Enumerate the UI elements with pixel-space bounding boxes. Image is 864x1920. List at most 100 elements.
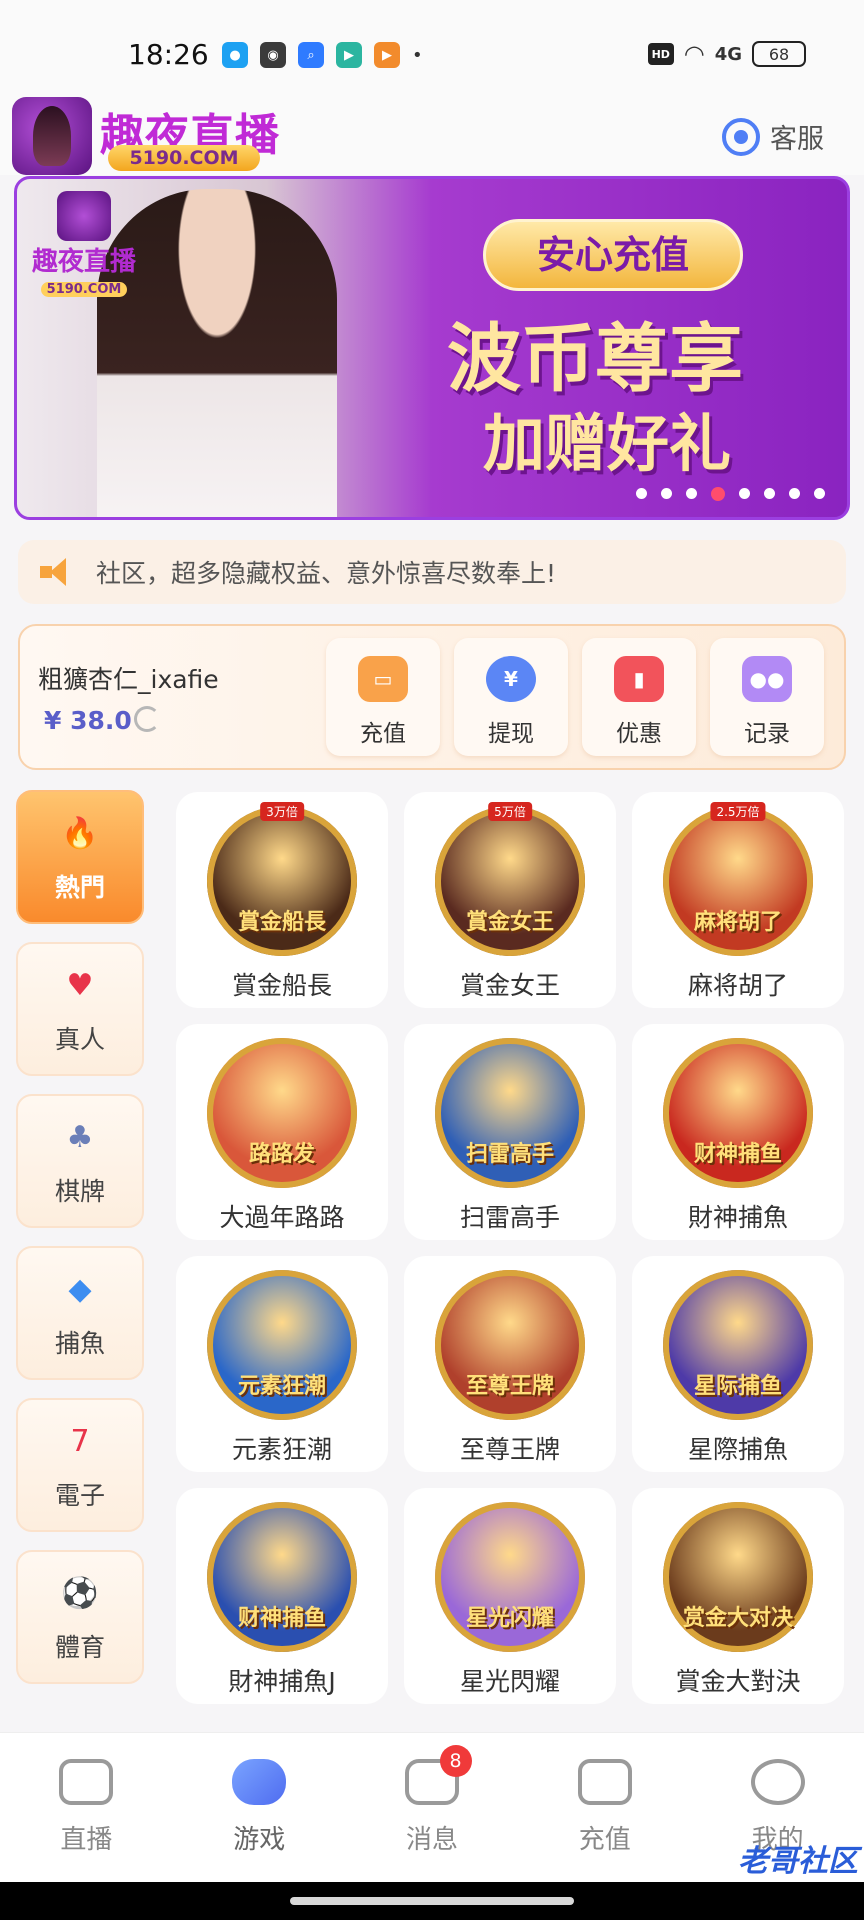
wallet-action-label: 充值 <box>360 721 406 747</box>
customer-service-label: 客服 <box>770 124 824 155</box>
game-logo-text: 至尊王牌 <box>465 1373 554 1399</box>
category-tab[interactable]: ♥ 真人 <box>16 942 144 1076</box>
wallet-action-label: 提现 <box>488 721 534 747</box>
game-card[interactable]: 5万倍賞金女王 賞金女王 <box>404 792 616 1008</box>
refresh-icon[interactable] <box>134 706 160 732</box>
game-name: 扫雷高手 <box>459 1203 560 1232</box>
category-sidebar: 🔥 熱門 ♥ 真人 ♣ 棋牌 ◆ 捕魚 7 電子 ⚽ 體育 <box>16 790 144 1702</box>
game-name: 元素狂潮 <box>231 1435 332 1464</box>
game-grid: 3万倍 賞金船長 賞金船長 5万倍 賞金女王 賞金女王 2.5万倍 麻将胡了 麻将胡了 路路发 大過… <box>176 792 848 1704</box>
category-label: 棋牌 <box>54 1177 105 1206</box>
carousel-dot[interactable] <box>789 488 800 499</box>
card-icon <box>577 1759 632 1805</box>
face-icon <box>750 1759 805 1805</box>
game-card[interactable]: 3万倍 賞金船長 賞金船長 <box>176 792 388 1008</box>
category-tab[interactable]: 🔥 熱門 <box>16 790 144 924</box>
game-card[interactable]: 2.5万倍 麻将胡了 麻将胡了 <box>632 792 844 1008</box>
game-card[interactable]: 星光闪耀 星光閃耀 <box>404 1488 616 1704</box>
game-logo-text: 赏金大对决 <box>682 1605 793 1631</box>
play-app-icon: ▶ <box>336 42 362 68</box>
game-name: 財神捕魚J <box>228 1667 336 1696</box>
slot-777-icon: 7 <box>70 1423 90 1459</box>
soccer-ball-icon: ⚽ <box>61 1575 99 1611</box>
nav-label: 消息 <box>405 1825 458 1855</box>
category-label: 電子 <box>54 1481 105 1510</box>
game-card[interactable]: 路路发 大過年路路 <box>176 1024 388 1240</box>
banner-logo-domain: 5190.COM <box>40 282 128 297</box>
carousel-dot[interactable] <box>686 488 697 499</box>
app-domain: 5190.COM <box>108 145 260 171</box>
game-logo-text: 财神捕鱼 <box>693 1141 782 1167</box>
game-logo-text: 路路发 <box>248 1141 315 1167</box>
game-thumbnail: 5万倍賞金女王 <box>435 802 585 956</box>
wallet-icon: ▭ <box>358 656 408 702</box>
carousel-dot[interactable] <box>764 488 775 499</box>
search-app-icon: ⌕ <box>298 42 324 68</box>
battery-icon: 68 <box>752 41 806 67</box>
category-tab[interactable]: ⚽ 體育 <box>16 1550 144 1684</box>
category-tab[interactable]: 7 電子 <box>16 1398 144 1532</box>
qq-icon: ● <box>222 42 248 68</box>
unread-badge: 8 <box>439 1745 472 1777</box>
battery-level: 68 <box>768 44 790 64</box>
banner-logo-name: 趣夜直播 <box>31 247 136 277</box>
wallet-action-button[interactable]: ¥ 提现 <box>454 638 568 756</box>
banner-logo-icon <box>57 191 111 241</box>
playing-cards-icon: ♣ <box>66 1119 94 1155</box>
game-name: 賞金船長 <box>231 971 332 1000</box>
announcement-bar[interactable]: 社区，超多隐藏权益、意外惊喜尽数奉上! <box>18 540 846 604</box>
category-tab[interactable]: ♣ 棋牌 <box>16 1094 144 1228</box>
game-logo-text: 賞金女王 <box>465 909 554 935</box>
category-label: 捕魚 <box>54 1329 105 1358</box>
carousel-dot[interactable] <box>739 488 750 499</box>
gamepad-icon: ●● <box>742 656 792 702</box>
game-thumbnail: 扫雷高手 <box>435 1038 585 1188</box>
more-dot-icon: • <box>412 44 423 66</box>
category-label: 真人 <box>54 1025 105 1054</box>
carousel-dot[interactable] <box>636 488 647 499</box>
wallet-action-label: 优惠 <box>616 721 662 747</box>
game-logo-text: 财神捕鱼 <box>237 1605 326 1631</box>
app-logo-icon <box>12 97 92 175</box>
carousel-dot[interactable] <box>814 488 825 499</box>
game-thumbnail: 星际捕鱼 <box>663 1270 813 1420</box>
game-name: 大過年路路 <box>219 1203 345 1232</box>
wallet-action-button[interactable]: ▭ 充值 <box>326 638 440 756</box>
wallet-action-button[interactable]: ▮ 优惠 <box>582 638 696 756</box>
customer-service-button[interactable]: 客服 <box>722 117 824 156</box>
category-tab[interactable]: ◆ 捕魚 <box>16 1246 144 1380</box>
promo-banner[interactable]: 趣夜直播 5190.COM 安心充值 波币尊享 加赠好礼 <box>14 176 850 520</box>
app-header: 趣夜直播 5190.COM 客服 <box>0 95 864 175</box>
game-thumbnail: 路路发 <box>207 1038 357 1188</box>
status-time: 18:26 <box>128 38 209 71</box>
carousel-dot[interactable] <box>711 487 725 501</box>
watermark-logo: 老哥社区 <box>738 1844 858 1879</box>
hd-icon: HD <box>647 43 674 65</box>
game-card[interactable]: 赏金大对决 賞金大對決 <box>632 1488 844 1704</box>
game-name: 麻将胡了 <box>687 971 788 1000</box>
banner-logo: 趣夜直播 5190.COM <box>29 191 139 297</box>
nav-label: 游戏 <box>233 1825 286 1855</box>
wallet-action-button[interactable]: ●● 记录 <box>710 638 824 756</box>
game-card[interactable]: 至尊王牌 至尊王牌 <box>404 1256 616 1472</box>
notification-icons: ● ◉ ⌕ ▶ ▶ • <box>222 42 423 68</box>
multiplier-badge: 5万倍 <box>488 802 532 821</box>
game-card[interactable]: 财神捕鱼財神捕魚J <box>176 1488 388 1704</box>
nav-tab[interactable]: 充值 <box>518 1733 691 1882</box>
game-card[interactable]: 财神捕鱼 財神捕魚 <box>632 1024 844 1240</box>
nav-tab[interactable]: 8 消息 <box>346 1733 519 1882</box>
game-card[interactable]: 扫雷高手 扫雷高手 <box>404 1024 616 1240</box>
game-card[interactable]: 星际捕鱼 星際捕魚 <box>632 1256 844 1472</box>
shark-icon: ◆ <box>68 1271 92 1307</box>
carousel-dot[interactable] <box>661 488 672 499</box>
nav-tab[interactable]: 直播 <box>0 1733 173 1882</box>
game-thumbnail: 财神捕鱼 <box>207 1502 357 1652</box>
home-indicator[interactable] <box>290 1897 574 1905</box>
nav-label: 直播 <box>60 1825 113 1855</box>
game-logo-text: 元素狂潮 <box>237 1373 326 1399</box>
nav-tab[interactable]: 游戏 <box>173 1733 346 1882</box>
game-logo-text: 麻将胡了 <box>693 909 782 935</box>
carousel-indicators[interactable] <box>636 487 825 501</box>
game-card[interactable]: 元素狂潮 元素狂潮 <box>176 1256 388 1472</box>
bottom-navigation: 直播 游戏 8 消息 充值 我的 <box>0 1732 864 1882</box>
